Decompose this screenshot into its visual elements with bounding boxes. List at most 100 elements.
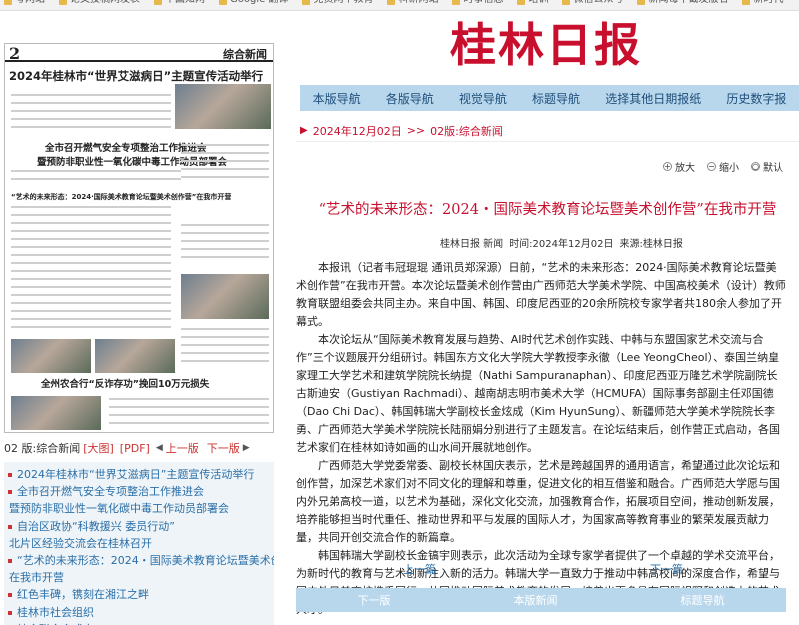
bookmark-label: 中国知网 [165, 0, 205, 5]
thumbnail-text-line [109, 422, 269, 424]
breadcrumb-section[interactable]: 02版:综合新闻 [430, 123, 503, 139]
nav-item[interactable]: 历史数字报 [726, 90, 786, 107]
thumbnail-text-line [11, 94, 171, 96]
article-list-label: 红色丰碑，镌刻在湘江之畔 [17, 588, 149, 602]
folder-icon [562, 0, 571, 5]
article-list-item[interactable]: 北片区经验交流会在桂林召开 [4, 535, 274, 552]
bookmark-item[interactable]: 中国知网 [154, 0, 205, 10]
thumbnail-text-line [11, 230, 171, 232]
thumbnail-text-line [11, 246, 171, 248]
folder-icon [387, 0, 396, 5]
article-list-item[interactable]: 2024年桂林市“世界艾滋病日”主题宣传活动举行 [4, 466, 274, 483]
article-list-item[interactable]: 社会联合会成立 [4, 621, 274, 625]
thumbnail-text-line [109, 398, 269, 400]
main-nav: 本版导航 各版导航 视觉导航 标题导航 选择其他日期报纸 历史数字报 [300, 85, 799, 111]
article-list-item[interactable]: 红色丰碑，镌刻在湘江之畔 [4, 586, 274, 603]
breadcrumb-separator: >> [406, 124, 426, 137]
thumbnail-text-line [181, 344, 269, 346]
bookmark-item[interactable]: 培训 [517, 0, 548, 10]
thumbnail-text-line [181, 336, 269, 338]
nav-item[interactable]: 标题导航 [532, 90, 580, 107]
thumbnail-text-line [11, 178, 181, 180]
article-list-item[interactable]: 在我市开营 [4, 569, 274, 586]
thumbnail-text-line [181, 152, 269, 154]
bookmark-item[interactable]: 党员网中教育 [302, 0, 373, 10]
bookmark-item[interactable]: 论文投稿网发表 [59, 0, 140, 10]
thumbnail-photo-4 [11, 396, 101, 430]
bookmark-label: 培训 [528, 0, 548, 5]
bottom-nav-item[interactable]: 本版新闻 [514, 592, 558, 608]
bookmark-item[interactable]: Google 翻译 [219, 0, 288, 10]
thumbnail-text-line [181, 160, 269, 162]
bullet-icon [8, 559, 12, 564]
thumbnail-headline: 2024年桂林市“世界艾滋病日”主题宣传活动举行 [9, 69, 264, 83]
left-panel: 2 综合新闻 2024年桂林市“世界艾滋病日”主题宣传活动举行 全市召开燃气安全… [0, 11, 276, 625]
newspaper-logo[interactable]: 桂林日报 [450, 20, 642, 70]
bookmark-item[interactable]: 微信公众号 [562, 0, 623, 10]
prev-article-link[interactable]: 上一篇 [403, 561, 436, 577]
article-paragraph: 本次论坛从“国际美术教育发展与趋势、AI时代艺术创作实践、中韩与东盟国家艺术交流… [296, 333, 780, 454]
bookmarks-bar: 考网站 论文投稿网发表 中国知网 Google 翻译 党员网中教育 科研网站 时事信息 培训 微… [0, 0, 799, 11]
next-article-link[interactable]: 下一篇 [650, 561, 683, 577]
folder-icon [302, 0, 311, 5]
bookmark-item[interactable]: 考网站 [4, 0, 45, 10]
zoom-in-button[interactable]: + 放大 [663, 159, 695, 174]
nav-item[interactable]: 本版导航 [313, 90, 361, 107]
page-thumbnail[interactable]: 2 综合新闻 2024年桂林市“世界艾滋病日”主题宣传活动举行 全市召开燃气安全… [4, 43, 274, 433]
article-list-label: 自治区政协“科教援兴 委员行动” [17, 519, 175, 533]
thumbnail-text-line [11, 222, 171, 224]
next-page-link[interactable]: 下一版 [207, 440, 240, 456]
article-origin: 来源:桂林日报 [619, 239, 683, 250]
article-list-label: 2024年桂林市“世界艾滋病日”主题宣传活动举行 [17, 468, 255, 481]
nav-item[interactable]: 选择其他日期报纸 [605, 90, 701, 107]
article-list-item[interactable]: 暨预防非职业性一氧化碳中毒工作动员部署会 [4, 500, 274, 517]
bookmark-item[interactable]: 新闻每千截发版名 [637, 0, 728, 10]
article-list-item[interactable]: “艺术的未来形态：2024・国际美术教育论坛暨美术创作营” [4, 552, 274, 569]
zoom-out-button[interactable]: − 缩小 [707, 159, 739, 174]
prev-page-icon[interactable]: ◀ [156, 443, 163, 453]
next-page-icon[interactable]: ▶ [243, 443, 250, 453]
thumbnail-text-line [11, 110, 171, 112]
breadcrumb-date[interactable]: 2024年12月02日 [313, 123, 402, 139]
article-list-label: 桂林市社会组织 [17, 605, 94, 619]
page-bar-name: 02 版:综合新闻 [4, 442, 81, 455]
bookmark-label: 微信公众号 [573, 0, 623, 5]
article-list-label: “艺术的未来形态：2024・国际美术教育论坛暨美术创作营” [17, 554, 274, 568]
thumbnail-text-line [11, 318, 171, 320]
pdf-link[interactable]: [PDF] [120, 442, 150, 455]
thumbnail-text-line [181, 240, 269, 242]
nav-item[interactable]: 各版导航 [386, 90, 434, 107]
zoom-default-button[interactable]: ○ 默认 [751, 159, 783, 174]
bottom-nav-item[interactable]: 下一版 [358, 592, 391, 608]
folder-icon [637, 0, 646, 5]
bottom-nav: 下一版 本版新闻 标题导航 [296, 588, 786, 612]
thumbnail-text-line [181, 224, 269, 226]
breadcrumb-arrow-icon: ▶ [300, 125, 308, 136]
bookmark-item[interactable]: 时事信息 [452, 0, 503, 10]
thumbnail-sub3: “艺术的未来形态：2024·国际美术教育论坛暨美术创作营”在我市开营 [11, 193, 232, 201]
folder-icon [59, 0, 67, 5]
thumbnail-text-line [11, 262, 171, 264]
thumbnail-section: 综合新闻 [223, 48, 267, 61]
folder-icon [742, 0, 751, 5]
thumbnail-page-number: 2 [9, 44, 21, 63]
nav-item[interactable]: 视觉导航 [459, 90, 507, 107]
large-image-link[interactable]: [大图] [83, 440, 114, 456]
bookmark-label: 新时代 [753, 0, 783, 5]
article-list-item[interactable]: 全市召开燃气安全专项整治工作推进会 [4, 483, 274, 500]
thumbnail-sub4: 全州农合行“反诈存功”挽回10万元损失 [41, 379, 210, 390]
bookmark-item[interactable]: 科研网站 [387, 0, 438, 10]
thumbnail-text-line [11, 238, 171, 240]
article-pagination: 上一篇 下一篇 [403, 561, 683, 577]
thumbnail-text-line [109, 414, 269, 416]
article-list-item[interactable]: 自治区政协“科教援兴 委员行动” [4, 518, 274, 535]
article-list-item[interactable]: 桂林市社会组织 [4, 604, 274, 621]
zoom-out-icon: − [707, 162, 716, 171]
bottom-nav-item[interactable]: 标题导航 [681, 592, 725, 608]
thumbnail-header: 2 综合新闻 [5, 44, 273, 63]
prev-page-link[interactable]: 上一版 [166, 440, 199, 456]
bullet-icon [8, 524, 12, 529]
bookmark-item[interactable]: 新时代 [742, 0, 783, 10]
thumbnail-text-line [181, 144, 269, 146]
bookmark-label: 考网站 [15, 0, 45, 5]
